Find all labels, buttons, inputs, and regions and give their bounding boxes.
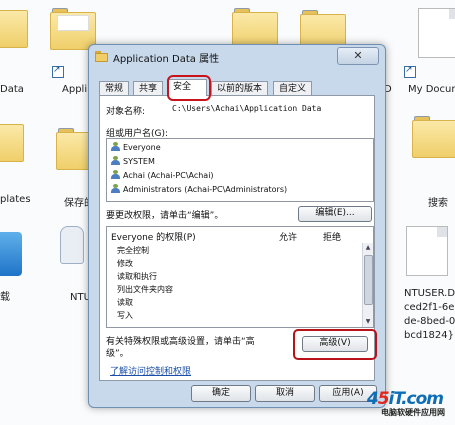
edit-button[interactable]: 编辑(E)... [298, 206, 372, 222]
advanced-hint-line2: 级”。 [106, 349, 129, 359]
folder-icon[interactable] [0, 120, 24, 162]
site-watermark: 45iT.com 电脑软硬件应用网 [335, 389, 445, 417]
folder-icon[interactable] [232, 8, 278, 50]
permission-row: 修改 [117, 259, 133, 268]
desktop-label: My Docun [408, 84, 455, 95]
permission-row: 列出文件夹内容 [117, 285, 173, 294]
permission-row: 完全控制 [117, 246, 149, 255]
scroll-up-arrow-icon[interactable]: ▲ [363, 243, 373, 253]
list-item[interactable]: SYSTEM [111, 156, 155, 166]
document-icon[interactable] [406, 226, 448, 276]
list-item[interactable]: Administrators (Achai-PC\Administrators) [111, 184, 287, 194]
desktop-label: ced2f1-6e0 [404, 302, 455, 313]
desktop-label: Data [0, 84, 24, 95]
document-icon[interactable] [418, 8, 455, 58]
title-bar[interactable]: Application Data 属性 ✕ [89, 45, 385, 69]
advanced-button[interactable]: 高级(V) [302, 336, 368, 352]
watermark-logo: 45iT.com [366, 389, 444, 409]
folder-icon [95, 51, 108, 62]
object-name-label: 对象名称: [106, 107, 146, 117]
learn-access-control-link[interactable]: 了解访问控制和权限 [110, 364, 191, 377]
scroll-thumb[interactable] [364, 255, 373, 305]
desktop-label: 载 [0, 292, 10, 303]
download-arrow-icon[interactable] [0, 232, 22, 276]
user-icon [111, 170, 120, 179]
object-name-value: C:\Users\Achai\Application Data [172, 104, 322, 113]
shield-icon[interactable] [60, 226, 84, 264]
change-permission-hint: 要更改权限，请单击“编辑”。 [106, 211, 224, 221]
user-group-icon [111, 156, 120, 165]
security-panel: 对象名称: C:\Users\Achai\Application Data 组或… [99, 95, 377, 381]
properties-dialog: Application Data 属性 ✕ 常规 共享 安全 以前的版本 自定义… [88, 44, 386, 408]
deny-column-header: 拒绝 [323, 233, 342, 243]
permission-row: 读取 [117, 298, 133, 307]
tab-security[interactable]: 安全 [167, 79, 207, 96]
permission-row: 写入 [117, 311, 133, 320]
folder-icon[interactable] [412, 116, 455, 158]
permission-header: Everyone 的权限(P) [111, 233, 196, 243]
desktop-label: bcd1824}.T [404, 330, 455, 341]
scroll-down-arrow-icon[interactable]: ▼ [363, 317, 373, 327]
tab-general[interactable]: 常规 [99, 81, 130, 95]
permission-row: 读取和执行 [117, 272, 157, 281]
desktop-label: plates [0, 194, 31, 205]
permission-list[interactable]: Everyone 的权限(P) 允许 拒绝 完全控制 修改 读取和执行 列出文件… [106, 226, 374, 328]
list-item[interactable]: Achai (Achai-PC\Achai) [111, 170, 214, 180]
tab-sharing[interactable]: 共享 [133, 81, 164, 95]
shortcut-arrow-icon [404, 65, 416, 78]
dialog-content: 常规 共享 安全 以前的版本 自定义 对象名称: C:\Users\Achai\… [95, 75, 379, 402]
ok-button[interactable]: 确定 [191, 385, 251, 402]
tab-previous-versions[interactable]: 以前的版本 [211, 81, 269, 95]
close-button[interactable]: ✕ [337, 47, 379, 65]
folder-icon[interactable] [0, 6, 28, 48]
list-item[interactable]: Everyone [111, 142, 161, 152]
cancel-button[interactable]: 取消 [255, 385, 315, 402]
desktop-label: Appli [62, 84, 88, 95]
watermark-subtitle: 电脑软硬件应用网 [381, 408, 445, 417]
desktop-label: de-8bed-0 [404, 316, 455, 327]
user-group-icon [111, 184, 120, 193]
desktop-label: 搜索 [428, 198, 448, 209]
dialog-title: Application Data 属性 [113, 54, 220, 65]
permission-scrollbar[interactable]: ▲ ▼ [362, 243, 373, 327]
folder-icon[interactable] [50, 8, 96, 50]
tab-customize[interactable]: 自定义 [273, 81, 313, 95]
desktop-label: NTUSER.DA [404, 288, 455, 299]
close-icon: ✕ [353, 49, 363, 62]
allow-column-header: 允许 [279, 233, 298, 243]
shortcut-arrow-icon [52, 65, 64, 78]
user-list[interactable]: Everyone SYSTEM Achai (Achai-PC\Achai) A… [106, 138, 374, 202]
user-group-icon [111, 142, 120, 151]
